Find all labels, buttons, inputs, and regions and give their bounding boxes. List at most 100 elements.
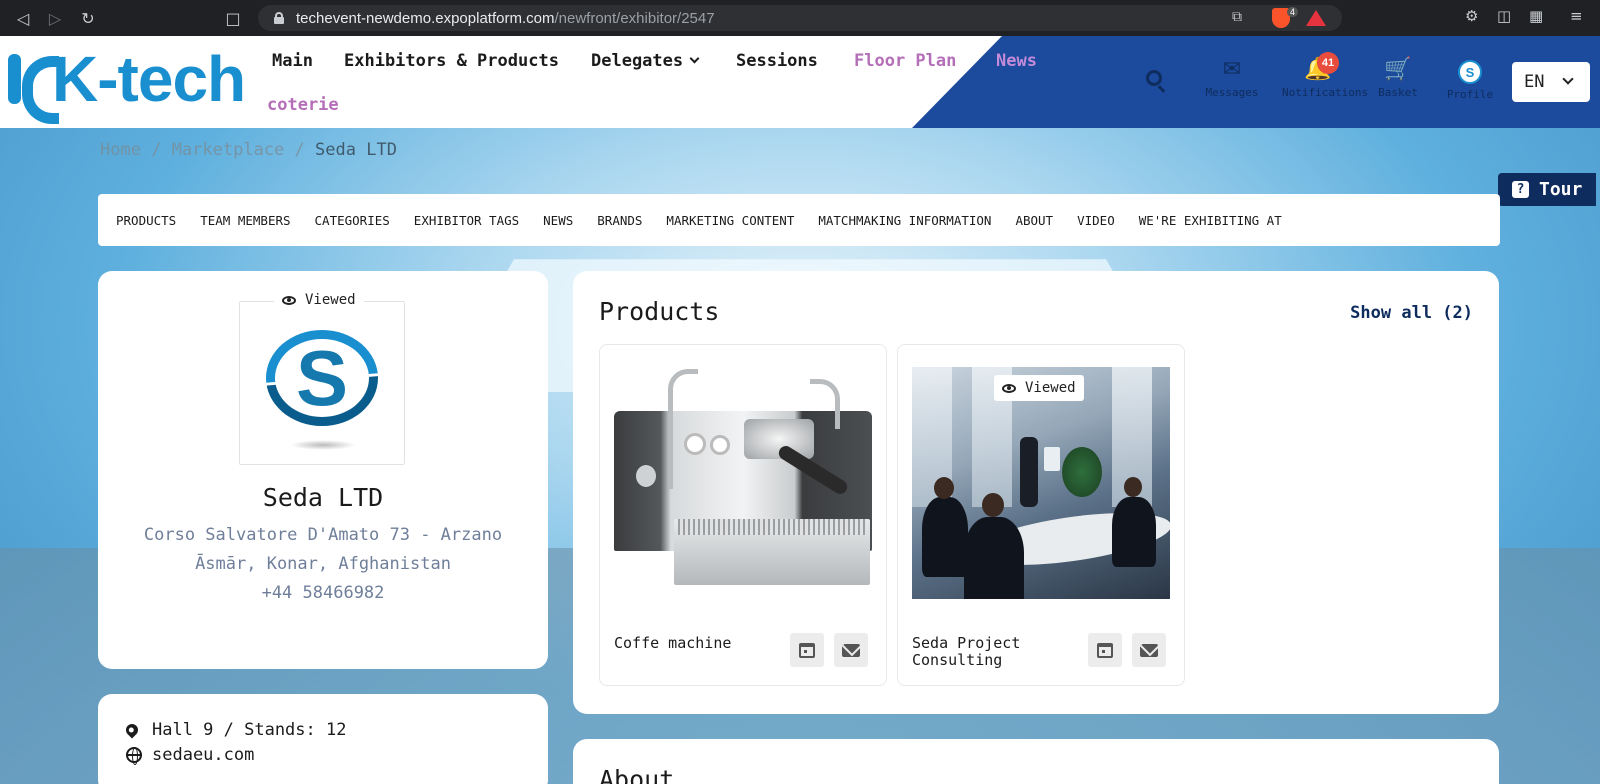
tab-categories[interactable]: CATEGORIES bbox=[315, 213, 390, 228]
eye-icon bbox=[282, 295, 296, 305]
notification-count-badge: 41 bbox=[1317, 52, 1339, 74]
site-logo[interactable]: K-tech bbox=[6, 43, 246, 115]
about-card: About bbox=[573, 739, 1499, 784]
nav-sessions[interactable]: Sessions bbox=[736, 51, 818, 71]
cart-icon: 🛒 bbox=[1384, 57, 1412, 82]
breadcrumb: Home / Marketplace / Seda LTD bbox=[100, 140, 397, 160]
notifications-label: Notifications bbox=[1282, 86, 1369, 99]
bookmark-icon[interactable]: □ bbox=[222, 7, 244, 29]
tab-exhibiting-at[interactable]: WE'RE EXHIBITING AT bbox=[1139, 213, 1282, 228]
tab-marketing-content[interactable]: MARKETING CONTENT bbox=[666, 213, 794, 228]
product-name: Seda Project Consulting bbox=[912, 634, 1021, 669]
tour-button[interactable]: ? Tour bbox=[1498, 173, 1596, 206]
messages-button[interactable]: ✉ Messages bbox=[1196, 57, 1268, 100]
avatar[interactable]: S bbox=[1458, 60, 1482, 84]
schedule-meeting-button[interactable] bbox=[1088, 633, 1122, 667]
nav-coterie[interactable]: coterie bbox=[267, 95, 339, 115]
location-pin-icon bbox=[123, 721, 141, 739]
hall-stand-text: Hall 9 / Stands: 12 bbox=[152, 720, 347, 740]
nav-news[interactable]: News bbox=[996, 51, 1037, 71]
tab-news[interactable]: NEWS bbox=[543, 213, 573, 228]
breadcrumb-separator: / bbox=[294, 140, 305, 160]
nav-exhibitors-products[interactable]: Exhibitors & Products bbox=[344, 51, 559, 71]
show-all-link[interactable]: Show all (2) bbox=[1350, 303, 1473, 323]
address-line-1: Corso Salvatore D'Amato 73 - Arzano bbox=[143, 525, 503, 545]
profile-button[interactable]: Profile bbox=[1434, 84, 1506, 101]
meeting-image bbox=[912, 367, 1170, 599]
logo-text: K-tech bbox=[52, 43, 246, 115]
back-icon[interactable]: ◁ bbox=[12, 7, 34, 29]
nav-floor-plan[interactable]: Floor Plan bbox=[854, 51, 956, 71]
about-title: About bbox=[599, 765, 675, 784]
shield-count: 4 bbox=[1286, 7, 1298, 17]
site-header: K-tech Main Exhibitors & Products Delega… bbox=[0, 36, 1600, 128]
eye-icon bbox=[1002, 383, 1016, 393]
coffee-machine-image bbox=[614, 369, 872, 591]
browser-toolbar: ◁ ▷ ↻ □ techevent-newdemo.expoplatform.c… bbox=[0, 0, 1600, 36]
phone-number[interactable]: +44 58466982 bbox=[98, 583, 548, 603]
hall-stand-row: Hall 9 / Stands: 12 bbox=[123, 720, 347, 740]
profile-label: Profile bbox=[1446, 88, 1494, 101]
url-text: techevent-newdemo.expoplatform.com/newfr… bbox=[296, 9, 715, 27]
address-line-2: Āsmār, Konar, Afghanistan bbox=[195, 554, 451, 574]
products-card: Products Show all (2) Coffe machine View… bbox=[573, 271, 1499, 714]
exhibitor-logo-box: S bbox=[239, 301, 405, 465]
tab-products[interactable]: PRODUCTS bbox=[116, 213, 176, 228]
language-select[interactable]: EN bbox=[1512, 62, 1590, 102]
basket-label: Basket bbox=[1378, 86, 1418, 99]
tab-brands[interactable]: BRANDS bbox=[597, 213, 642, 228]
lock-icon bbox=[274, 12, 284, 24]
website-link[interactable]: sedaeu.com bbox=[152, 745, 254, 765]
brave-rewards-icon[interactable] bbox=[1306, 10, 1326, 26]
send-message-button[interactable] bbox=[1132, 633, 1166, 667]
website-row[interactable]: sedaeu.com bbox=[126, 745, 254, 765]
chevron-down-icon bbox=[689, 53, 700, 64]
breadcrumb-marketplace[interactable]: Marketplace bbox=[172, 140, 285, 160]
viewed-badge: Viewed bbox=[994, 375, 1084, 401]
products-title: Products bbox=[599, 297, 720, 326]
tour-label: Tour bbox=[1539, 179, 1583, 200]
search-icon[interactable] bbox=[1146, 70, 1162, 86]
calendar-icon bbox=[799, 642, 815, 658]
calendar-icon bbox=[1097, 642, 1113, 658]
messages-label: Messages bbox=[1205, 86, 1259, 99]
product-card[interactable]: Viewed Seda Project Consulting bbox=[897, 344, 1185, 686]
mail-icon bbox=[842, 643, 860, 657]
send-message-button[interactable] bbox=[834, 633, 868, 667]
share-icon[interactable]: ⧉ bbox=[1232, 9, 1242, 25]
language-value: EN bbox=[1524, 72, 1545, 92]
basket-button[interactable]: 🛒 Basket bbox=[1362, 57, 1434, 100]
nav-main[interactable]: Main bbox=[272, 51, 313, 71]
exhibitor-location-card: Hall 9 / Stands: 12 sedaeu.com bbox=[98, 694, 548, 784]
breadcrumb-current: Seda LTD bbox=[315, 140, 397, 160]
tab-about[interactable]: ABOUT bbox=[1015, 213, 1053, 228]
seda-logo: S bbox=[266, 330, 378, 426]
viewed-badge: Viewed bbox=[274, 287, 364, 313]
forward-icon[interactable]: ▷ bbox=[44, 7, 66, 29]
nav-delegates[interactable]: Delegates bbox=[591, 51, 700, 71]
product-name: Coffe machine bbox=[614, 634, 732, 652]
address-bar[interactable]: techevent-newdemo.expoplatform.com/newfr… bbox=[258, 5, 1342, 31]
menu-icon[interactable]: ≡ bbox=[1570, 7, 1583, 25]
globe-icon bbox=[126, 747, 142, 765]
chevron-down-icon bbox=[1562, 73, 1574, 85]
mail-icon bbox=[1140, 643, 1158, 657]
tab-exhibitor-tags[interactable]: EXHIBITOR TAGS bbox=[414, 213, 519, 228]
exhibitor-tabs: PRODUCTS TEAM MEMBERS CATEGORIES EXHIBIT… bbox=[98, 194, 1500, 246]
nav-delegates-label: Delegates bbox=[591, 51, 684, 71]
wallet-icon[interactable]: ▦ bbox=[1529, 7, 1543, 25]
breadcrumb-home[interactable]: Home bbox=[100, 140, 141, 160]
breadcrumb-separator: / bbox=[151, 140, 162, 160]
schedule-meeting-button[interactable] bbox=[790, 633, 824, 667]
tab-team-members[interactable]: TEAM MEMBERS bbox=[200, 213, 290, 228]
reload-icon[interactable]: ↻ bbox=[77, 7, 99, 29]
viewed-label: Viewed bbox=[305, 292, 356, 308]
logo-k-icon bbox=[6, 50, 50, 108]
product-card[interactable]: Coffe machine bbox=[599, 344, 887, 686]
sidebar-icon[interactable]: ◫ bbox=[1497, 7, 1511, 25]
envelope-icon: ✉ bbox=[1222, 57, 1242, 82]
extensions-icon[interactable]: ⚙ bbox=[1465, 7, 1478, 25]
tab-video[interactable]: VIDEO bbox=[1077, 213, 1115, 228]
question-icon: ? bbox=[1512, 181, 1529, 198]
tab-matchmaking-information[interactable]: MATCHMAKING INFORMATION bbox=[818, 213, 991, 228]
